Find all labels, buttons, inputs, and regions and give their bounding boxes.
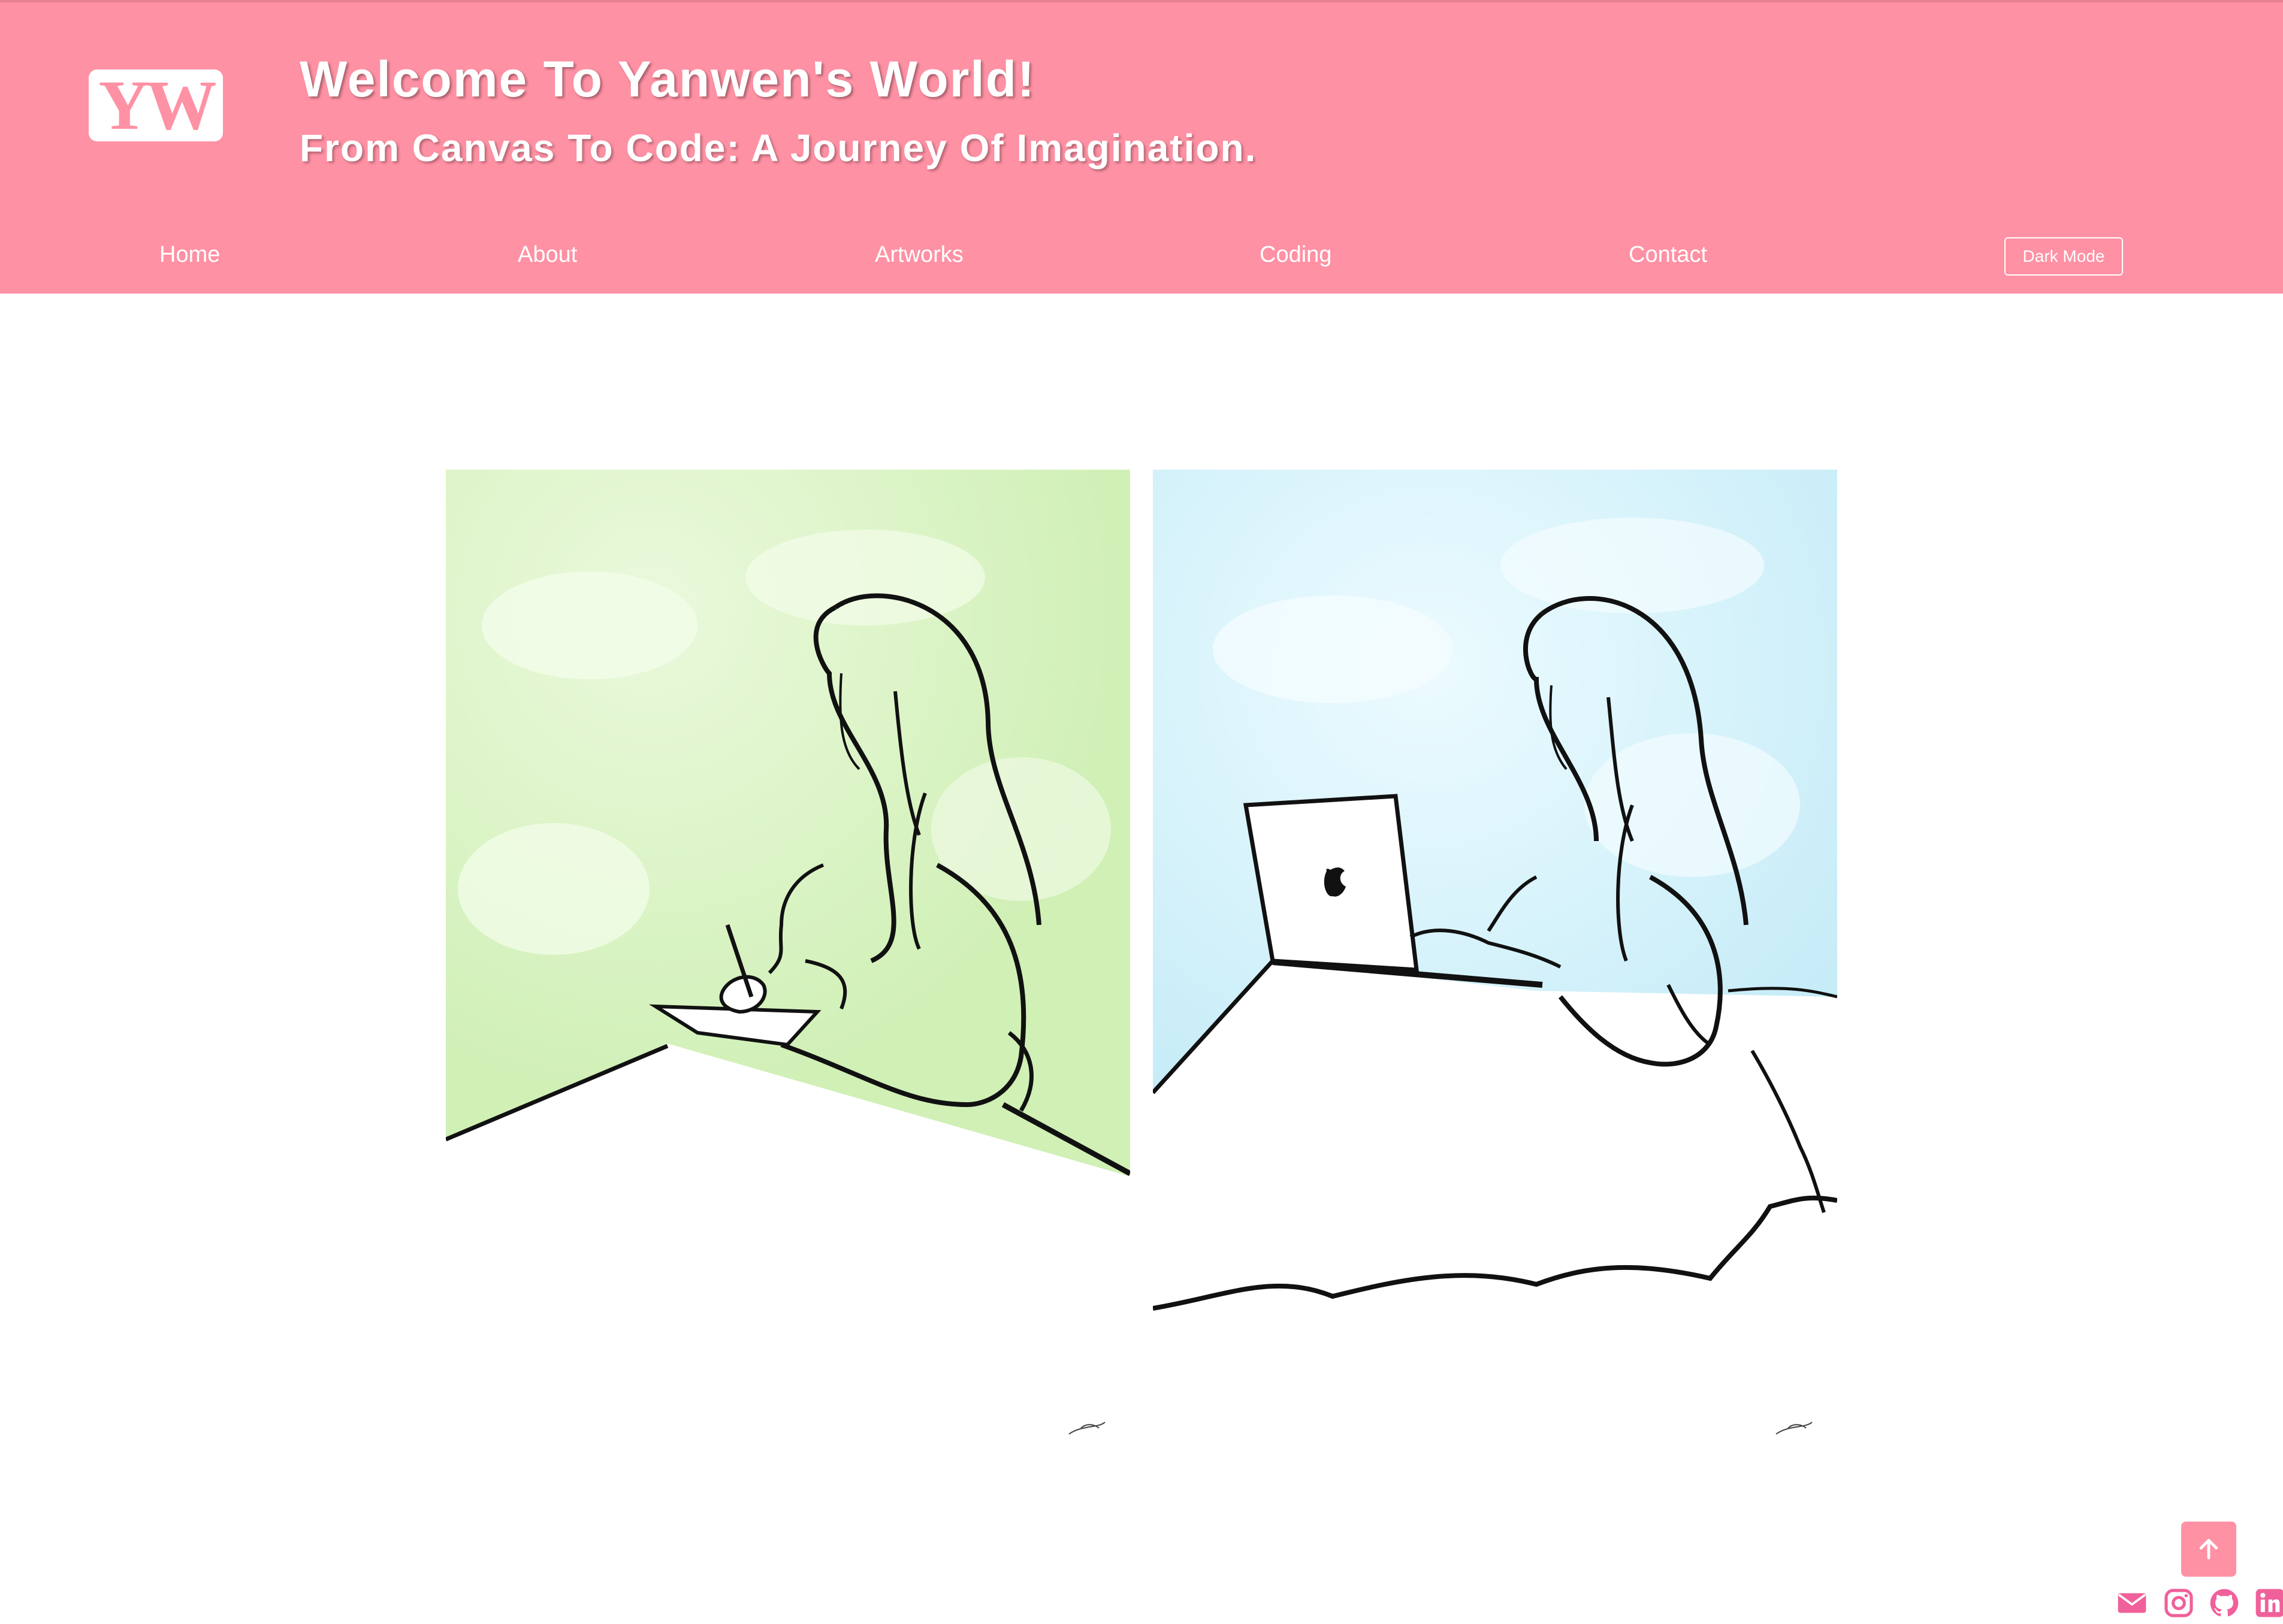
logo-text: YW [98,66,216,144]
back-to-top-button[interactable] [2181,1522,2236,1577]
nav-coding[interactable]: Coding [1260,242,1331,268]
dark-mode-button[interactable]: Dark Mode [2004,237,2123,276]
arrow-up-icon [2199,1538,2218,1560]
nav-about[interactable]: About [518,242,577,268]
girl-drawing-on-tablet-illustration [446,470,1130,1440]
nav-home[interactable]: Home [159,242,220,268]
nav-artworks[interactable]: Artworks [875,242,964,268]
linkedin-link[interactable] [2253,1586,2283,1620]
email-icon [2118,1593,2146,1613]
site-header: YW Welcome To Yanwen's World! From Canva… [0,0,2283,294]
nav-contact[interactable]: Contact [1629,242,1707,268]
site-title: Welcome To Yanwen's World! [300,51,1035,107]
artwork-drawing[interactable] [446,470,1130,1440]
instagram-link[interactable] [2162,1586,2196,1620]
github-icon [2210,1589,2239,1617]
email-link[interactable] [2115,1586,2149,1620]
instagram-icon [2164,1589,2193,1617]
linkedin-icon [2255,1589,2283,1617]
logo[interactable]: YW [89,69,223,141]
github-link[interactable] [2207,1586,2241,1620]
artwork-laptop[interactable] [1153,470,1837,1440]
site-subtitle: From Canvas To Code: A Journey Of Imagin… [300,126,1257,170]
girl-using-laptop-illustration [1153,470,1837,1440]
